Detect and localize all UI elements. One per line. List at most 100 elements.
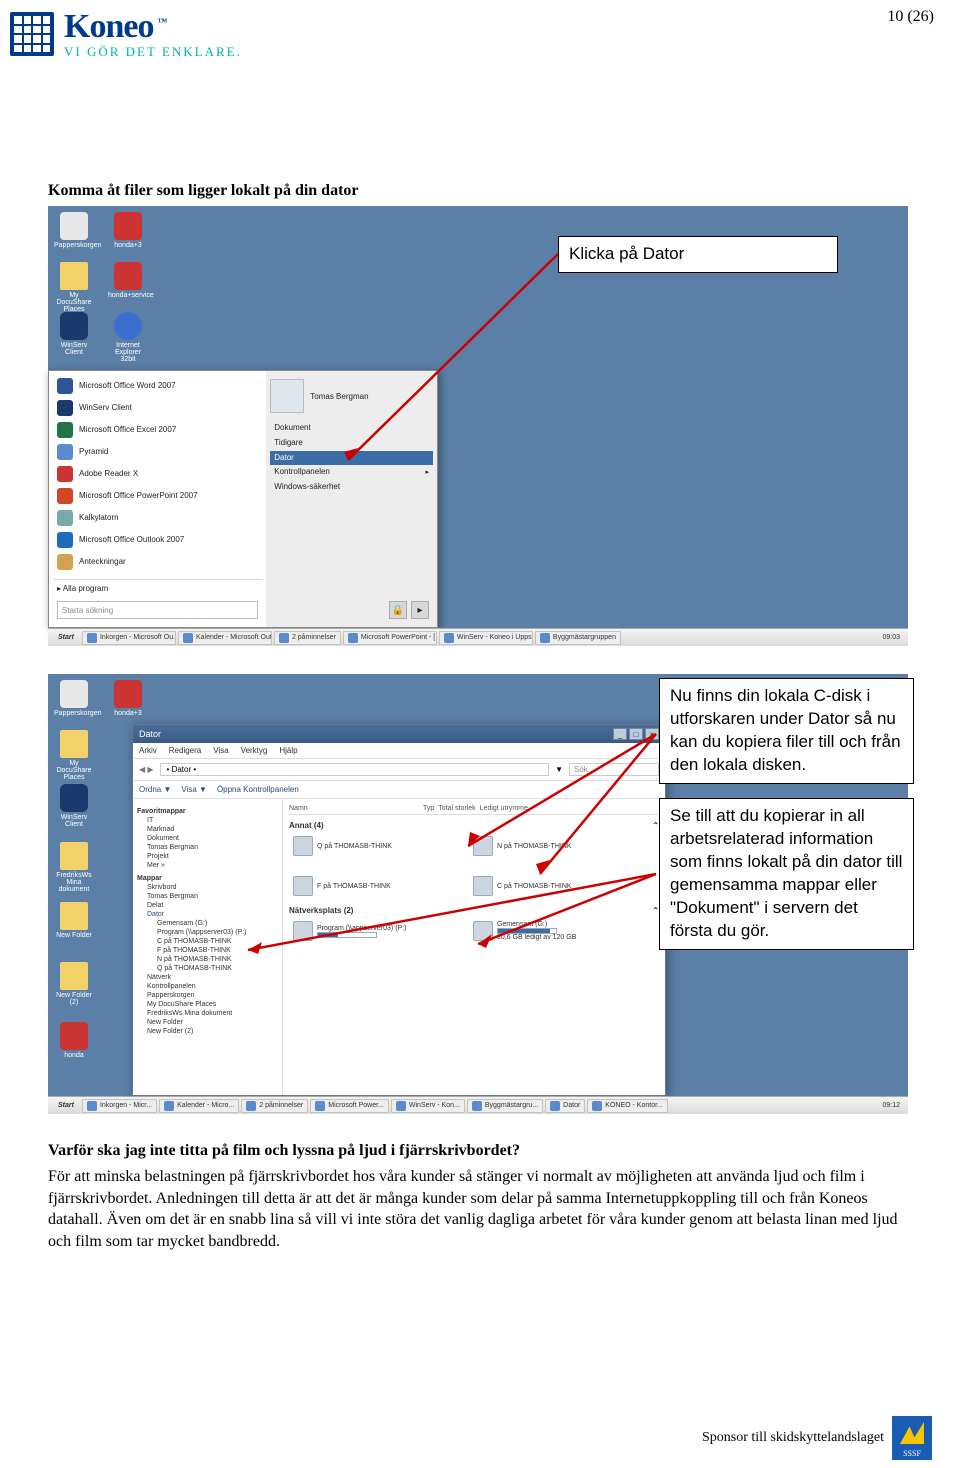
tree-item[interactable]: Nätverk (137, 973, 278, 982)
icon-pdf[interactable]: honda+3 (108, 212, 148, 249)
close-icon[interactable]: × (645, 728, 659, 740)
icon-pdf[interactable]: honda+service (108, 262, 148, 299)
icon-folder[interactable]: New Folder (54, 902, 94, 939)
taskbar-item[interactable]: Byggmästargruppen (535, 631, 621, 645)
icon-folder[interactable]: My DocuShare Places (54, 730, 94, 781)
start-search-input[interactable]: Starta sökning (57, 601, 258, 619)
explorer-window[interactable]: Dator _□× Arkiv Redigera Visa Verktyg Hj… (132, 724, 666, 1096)
icon-winserv[interactable]: WinServ Client (54, 312, 94, 356)
menu-item[interactable]: Visa (213, 746, 228, 755)
taskbar-item[interactable]: WinServ - Koneo i Upps... (439, 631, 533, 645)
icon-winserv[interactable]: WinServ Client (54, 784, 94, 828)
tree-item[interactable]: IT (137, 816, 278, 825)
taskbar-item[interactable]: Kalender - Micro... (159, 1099, 239, 1113)
tree-item[interactable]: Tomas Bergman (137, 892, 278, 901)
tree-item[interactable]: Gemensam (G:) (137, 919, 278, 928)
taskbar-item[interactable]: 2 påminnelser (274, 631, 341, 645)
icon-pdf[interactable]: honda+3 (108, 680, 148, 717)
taskbar-item[interactable]: Inkorgen - Micr... (82, 1099, 157, 1113)
taskbar-item[interactable]: 2 påminnelser (241, 1099, 308, 1113)
icon-recycle-bin[interactable]: Papperskorgen (54, 212, 94, 249)
tree-item-dator[interactable]: Dator (137, 910, 278, 919)
window-controls[interactable]: _□× (613, 728, 659, 740)
start-item[interactable]: Kalkylatorn (53, 507, 262, 529)
taskbar-item[interactable]: Kalender - Microsoft Out... (178, 631, 272, 645)
taskbar-item[interactable]: Microsoft Power... (310, 1099, 389, 1113)
explorer-titlebar[interactable]: Dator _□× (133, 725, 665, 743)
start-user[interactable]: Tomas Bergman (270, 375, 433, 421)
taskbar-item[interactable]: Microsoft PowerPoint - [ ... (343, 631, 437, 645)
taskbar-item[interactable]: Byggmästargru... (467, 1099, 543, 1113)
drive-item[interactable]: C på THOMASB-THINK (473, 876, 613, 896)
start-place-tidigare[interactable]: Tidigare (270, 436, 433, 451)
tree-item[interactable]: Q på THOMASB-THINK (137, 964, 278, 973)
tree-item[interactable]: Marknad (137, 825, 278, 834)
explorer-tree[interactable]: Favoritmappar IT Marknad Dokument Tomas … (133, 799, 283, 1095)
tree-item[interactable]: F på THOMASB-THINK (137, 946, 278, 955)
lock-icon[interactable]: 🔒 (389, 601, 407, 619)
icon-folder[interactable]: New Folder (2) (54, 962, 94, 1006)
start-item[interactable]: Microsoft Office Excel 2007 (53, 419, 262, 441)
explorer-menubar[interactable]: Arkiv Redigera Visa Verktyg Hjälp (133, 743, 665, 759)
minimize-icon[interactable]: _ (613, 728, 627, 740)
start-place-winsec[interactable]: Windows-säkerhet (270, 480, 433, 495)
tree-item[interactable]: Kontrollpanelen (137, 982, 278, 991)
menu-item[interactable]: Redigera (169, 746, 201, 755)
start-place-kontrollpanelen[interactable]: Kontrollpanelen▸ (270, 465, 433, 480)
start-item[interactable]: WinServ Client (53, 397, 262, 419)
menu-item[interactable]: Arkiv (139, 746, 157, 755)
toolbar-button[interactable]: Visa ▼ (181, 785, 207, 794)
menu-item[interactable]: Verktyg (241, 746, 268, 755)
taskbar[interactable]: Start Inkorgen - Microsoft Ou... Kalende… (48, 628, 908, 646)
tree-item[interactable]: Dokument (137, 834, 278, 843)
breadcrumb[interactable]: • Dator • (160, 763, 550, 776)
taskbar-item[interactable]: KONEO - Kontor... (587, 1099, 668, 1113)
start-lock-buttons[interactable]: 🔒▸ (274, 601, 429, 619)
collapse-icon[interactable]: ⌃ (652, 821, 659, 830)
start-menu[interactable]: Microsoft Office Word 2007 WinServ Clien… (48, 370, 438, 628)
tree-item[interactable]: Program (\\appserver03) (P:) (137, 928, 278, 937)
icon-ie[interactable]: Internet Explorer 32bit (108, 312, 148, 363)
icon-recycle-bin[interactable]: Papperskorgen (54, 680, 94, 717)
tree-item[interactable]: FredriksWs Mina dokument (137, 1009, 278, 1018)
collapse-icon[interactable]: ⌃ (652, 906, 659, 915)
arrow-icon[interactable]: ▸ (411, 601, 429, 619)
tree-item[interactable]: C på THOMASB-THINK (137, 937, 278, 946)
all-programs[interactable]: ▸ Alla program (53, 579, 262, 597)
icon-folder[interactable]: FredriksWs Mina dokument (54, 842, 94, 893)
tree-item[interactable]: Mer » (137, 861, 278, 870)
taskbar[interactable]: Start Inkorgen - Micr... Kalender - Micr… (48, 1096, 908, 1114)
drive-item[interactable]: Program (\\appserver03) (P:) (293, 921, 433, 941)
taskbar-item[interactable]: Inkorgen - Microsoft Ou... (82, 631, 176, 645)
start-item[interactable]: Anteckningar (53, 551, 262, 573)
start-place-dator[interactable]: Dator (270, 451, 433, 466)
start-item[interactable]: Microsoft Office Word 2007 (53, 375, 262, 397)
tree-item[interactable]: Projekt (137, 852, 278, 861)
start-button[interactable]: Start (52, 1102, 80, 1109)
explorer-main[interactable]: Namn Typ Total storlek Ledigt utrymme An… (283, 799, 665, 1095)
drive-item[interactable]: N på THOMASB-THINK (473, 836, 613, 856)
start-place-dokument[interactable]: Dokument (270, 421, 433, 436)
toolbar-button[interactable]: Öppna Kontrollpanelen (217, 785, 299, 794)
start-item[interactable]: Adobe Reader X (53, 463, 262, 485)
start-item[interactable]: Microsoft Office PowerPoint 2007 (53, 485, 262, 507)
tree-item[interactable]: Tomas Bergman (137, 843, 278, 852)
icon-pdf[interactable]: honda (54, 1022, 94, 1059)
tree-item[interactable]: N på THOMASB-THINK (137, 955, 278, 964)
tree-item[interactable]: Delat (137, 901, 278, 910)
tree-item[interactable]: New Folder (137, 1018, 278, 1027)
toolbar-button[interactable]: Ordna ▼ (139, 785, 171, 794)
tree-item[interactable]: Skrivbord (137, 883, 278, 892)
taskbar-item[interactable]: Dator (545, 1099, 585, 1113)
explorer-address-bar[interactable]: ◀ ▶ • Dator • ▼ Sök (133, 759, 665, 781)
taskbar-item[interactable]: WinServ - Kon... (391, 1099, 465, 1113)
drive-item[interactable]: F på THOMASB-THINK (293, 876, 433, 896)
explorer-toolbar[interactable]: Ordna ▼ Visa ▼ Öppna Kontrollpanelen (133, 781, 665, 799)
start-item[interactable]: Pyramid (53, 441, 262, 463)
tree-item[interactable]: Papperskorgen (137, 991, 278, 1000)
drive-item[interactable]: Q på THOMASB-THINK (293, 836, 433, 856)
maximize-icon[interactable]: □ (629, 728, 643, 740)
drive-item[interactable]: Gemensam (G:)10,6 GB ledigt av 120 GB (473, 921, 613, 941)
start-item[interactable]: Microsoft Office Outlook 2007 (53, 529, 262, 551)
icon-docushare[interactable]: My DocuShare Places (54, 262, 94, 313)
